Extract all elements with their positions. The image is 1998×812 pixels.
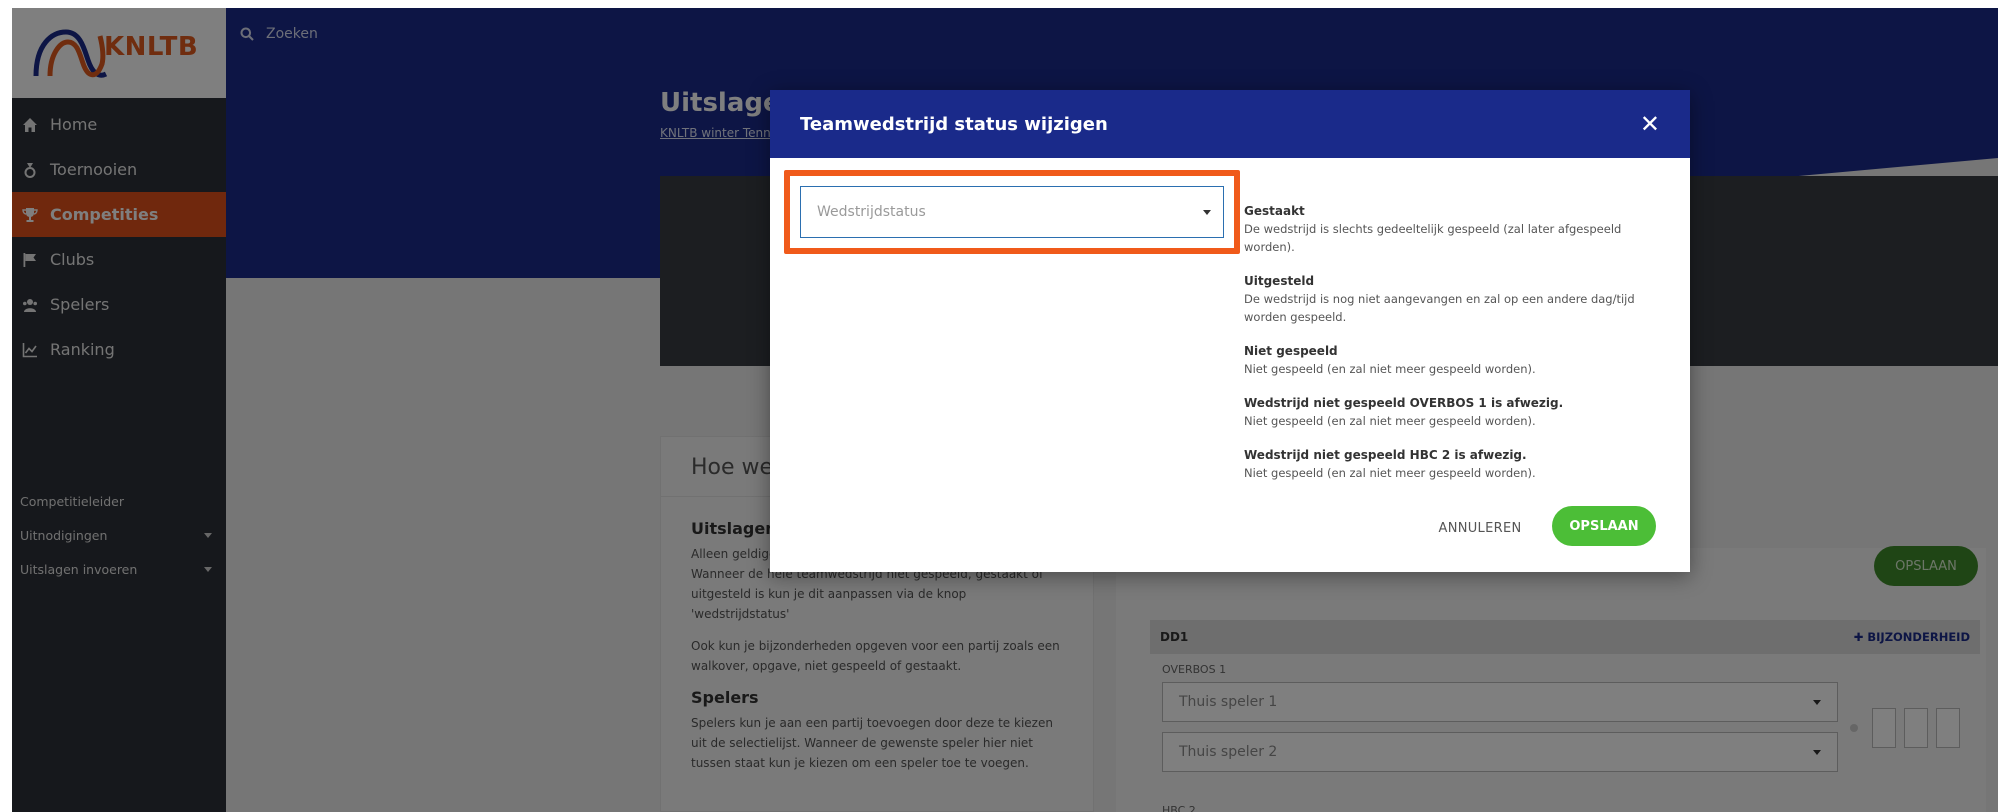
status-legend-item: Niet gespeeld Niet gespeeld (en zal niet… [1244,342,1664,378]
modal-title: Teamwedstrijd status wijzigen [800,113,1108,135]
status-description: De wedstrijd is slechts gedeeltelijk ges… [1244,222,1622,254]
close-icon[interactable]: ✕ [1640,112,1660,136]
select-placeholder: Wedstrijdstatus [817,204,926,220]
status-title: Uitgesteld [1244,274,1315,288]
status-legend-item: Wedstrijd niet gespeeld HBC 2 is afwezig… [1244,446,1664,482]
chevron-down-icon [1203,209,1211,215]
status-legend: Gestaakt De wedstrijd is slechts gedeelt… [1244,202,1664,498]
status-modal: Teamwedstrijd status wijzigen ✕ Wedstrij… [770,90,1690,572]
status-title: Wedstrijd niet gespeeld OVERBOS 1 is afw… [1244,396,1564,410]
modal-header: Teamwedstrijd status wijzigen ✕ [770,90,1690,158]
wedstrijdstatus-select[interactable]: Wedstrijdstatus [800,186,1224,238]
status-title: Niet gespeeld [1244,344,1338,358]
cancel-button[interactable]: ANNULEREN [1430,510,1530,546]
app-frame: KNLTB Home Toernooien Competities Clubs … [12,8,1998,812]
save-button[interactable]: OPSLAAN [1552,506,1656,546]
status-description: Niet gespeeld (en zal niet meer gespeeld… [1244,414,1536,428]
status-legend-item: Wedstrijd niet gespeeld OVERBOS 1 is afw… [1244,394,1664,430]
status-description: De wedstrijd is nog niet aangevangen en … [1244,292,1635,324]
status-title: Gestaakt [1244,204,1305,218]
status-title: Wedstrijd niet gespeeld HBC 2 is afwezig… [1244,448,1527,462]
status-legend-item: Uitgesteld De wedstrijd is nog niet aang… [1244,272,1664,326]
status-description: Niet gespeeld (en zal niet meer gespeeld… [1244,362,1536,376]
status-legend-item: Gestaakt De wedstrijd is slechts gedeelt… [1244,202,1664,256]
status-description: Niet gespeeld (en zal niet meer gespeeld… [1244,466,1536,480]
